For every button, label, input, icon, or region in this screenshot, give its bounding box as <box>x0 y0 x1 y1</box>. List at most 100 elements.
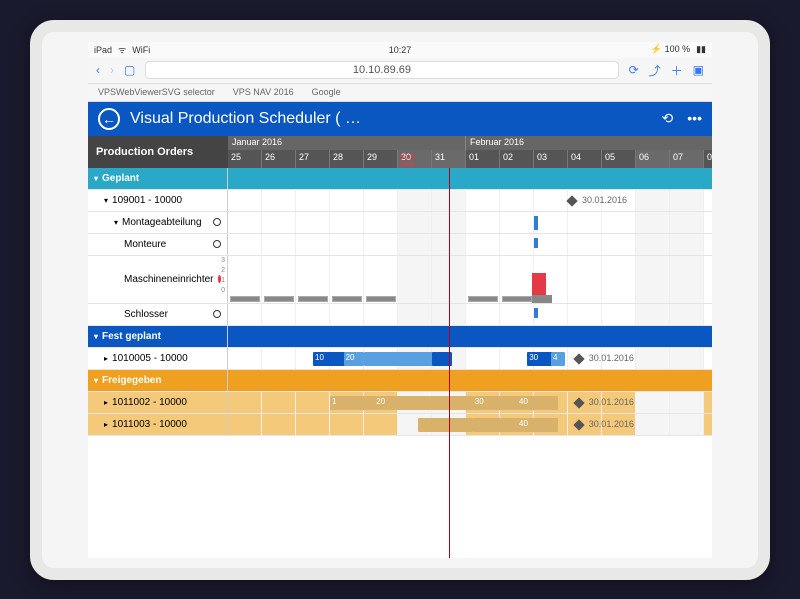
gantt-bar[interactable] <box>364 352 439 366</box>
status-dot <box>213 218 221 226</box>
app-header: ← Visual Production Scheduler ( … ⟲ ••• <box>88 102 712 136</box>
row-label: 109001 - 10000 <box>112 195 182 206</box>
histogram-bar <box>366 296 396 302</box>
expand-icon[interactable]: ▸ <box>104 354 108 363</box>
day-cell: 25 <box>228 150 262 168</box>
reload-icon[interactable]: ⟳ <box>629 63 639 77</box>
wifi-label: WiFi <box>132 45 150 55</box>
histogram-bar <box>264 296 294 302</box>
row-label: Schlosser <box>124 309 168 320</box>
task-marker[interactable] <box>534 238 538 248</box>
day-cell: 02 <box>500 150 534 168</box>
row-label: Maschineneinrichter <box>124 274 214 285</box>
month-label: Februar 2016 <box>466 136 712 150</box>
day-cell: 30Work Date <box>398 150 432 168</box>
row-label: Monteure <box>124 239 166 250</box>
timeline-header: Production Orders Januar 2016Februar 201… <box>88 136 712 168</box>
day-cell: 29 <box>364 150 398 168</box>
gantt-bar[interactable]: 20 <box>344 352 364 366</box>
gantt-bar[interactable]: 1 <box>330 396 378 410</box>
battery-label: ⚡ 100 % <box>651 44 690 55</box>
clock: 10:27 <box>389 45 412 55</box>
expand-icon[interactable]: ▾ <box>114 218 118 227</box>
y-scale: 3210 <box>221 256 225 303</box>
day-cell: 31 <box>432 150 466 168</box>
nav-back-icon[interactable]: ‹ <box>96 63 100 77</box>
milestone-label: 30.01.2016 <box>589 353 634 363</box>
scheduler-row[interactable]: ▸ 1011002 - 10000 30.01.2016 120 3040 <box>88 392 712 414</box>
gantt-bar[interactable] <box>418 418 472 432</box>
section-header[interactable]: ▾ Fest geplant <box>88 326 712 348</box>
bookmarks-bar: VPSWebViewerSVG selector VPS NAV 2016 Go… <box>88 84 712 102</box>
wifi-icon: ᯤ <box>118 43 126 56</box>
gantt-bar[interactable]: 40 <box>517 418 558 432</box>
scheduler-row[interactable]: Maschineneinrichter 3210 <box>88 256 712 304</box>
day-cell: 05 <box>602 150 636 168</box>
scheduler-rows: ▾ Geplant ▾ 109001 - 10000 30.01.2016 ▾ Mon… <box>88 168 712 558</box>
row-label: 1011003 - 10000 <box>112 419 187 430</box>
row-label: 1011002 - 10000 <box>112 397 187 408</box>
battery-icon: ▮▮ <box>696 44 706 55</box>
gantt-bar[interactable]: 10 <box>313 352 347 366</box>
nav-forward-icon[interactable]: › <box>110 63 114 77</box>
scheduler-row[interactable]: Schlosser <box>88 304 712 326</box>
day-cell: 26 <box>262 150 296 168</box>
status-dot <box>213 240 221 248</box>
refresh-icon[interactable]: ⟲ <box>662 110 674 127</box>
day-cell: 07 <box>670 150 704 168</box>
gantt-bar[interactable]: 20 <box>374 396 422 410</box>
work-date-label: Work Date <box>400 154 431 168</box>
status-dot <box>213 310 221 318</box>
bookmark-link[interactable]: VPS NAV 2016 <box>233 87 294 97</box>
month-row: Januar 2016Februar 2016 <box>228 136 712 150</box>
histogram-bar <box>298 296 328 302</box>
histogram-bar <box>502 296 532 302</box>
milestone-label: 30.01.2016 <box>589 397 634 407</box>
device-label: iPad <box>94 45 112 55</box>
day-cell: 28 <box>330 150 364 168</box>
bookmark-link[interactable]: Google <box>312 87 341 97</box>
overload-block[interactable] <box>532 273 546 295</box>
day-row: 252627282930Work Date3101020304050607080… <box>228 150 712 168</box>
expand-icon[interactable]: ▾ <box>104 196 108 205</box>
day-cell: 01 <box>466 150 500 168</box>
histogram-bar <box>468 296 498 302</box>
row-label: 1010005 - 10000 <box>112 353 188 364</box>
gantt-bar[interactable]: 4 <box>551 352 565 366</box>
tabs-icon[interactable]: ▣ <box>693 63 704 77</box>
scheduler-row[interactable]: ▾ 109001 - 10000 30.01.2016 <box>88 190 712 212</box>
bookmark-link[interactable]: VPSWebViewerSVG selector <box>98 87 215 97</box>
section-header[interactable]: ▾ Geplant <box>88 168 712 190</box>
expand-icon[interactable]: ▸ <box>104 420 108 429</box>
gantt-bar[interactable]: 30 <box>473 396 521 410</box>
expand-icon[interactable]: ▸ <box>104 398 108 407</box>
scheduler-row[interactable]: ▸ 1010005 - 1000030.01.20161020304 <box>88 348 712 370</box>
milestone-label: 30.01.2016 <box>589 419 634 429</box>
task-marker[interactable] <box>534 308 538 318</box>
gantt-bar[interactable] <box>473 418 521 432</box>
back-button[interactable]: ← <box>98 108 120 130</box>
milestone-label: 30.01.2016 <box>582 195 627 205</box>
new-tab-icon[interactable]: ＋ <box>671 62 683 79</box>
url-field[interactable]: 10.10.89.69 <box>145 61 618 79</box>
gantt-bar[interactable]: 40 <box>517 396 558 410</box>
day-cell: 04 <box>568 150 602 168</box>
month-label: Januar 2016 <box>228 136 466 150</box>
bookmarks-icon[interactable]: ▢ <box>124 63 135 77</box>
day-cell: 06 <box>636 150 670 168</box>
histogram-bar <box>332 296 362 302</box>
day-cell: 03 <box>534 150 568 168</box>
task-marker[interactable] <box>534 216 538 230</box>
day-cell: 27 <box>296 150 330 168</box>
scheduler: Production Orders Januar 2016Februar 201… <box>88 136 712 558</box>
more-icon[interactable]: ••• <box>687 110 702 127</box>
scheduler-row[interactable]: ▾ Montageabteilung <box>88 212 712 234</box>
scheduler-row[interactable]: ▸ 1011003 - 10000 30.01.2016 40 <box>88 414 712 436</box>
safari-toolbar: ‹ › ▢ 10.10.89.69 ⟳ ⤴ ＋ ▣ <box>88 58 712 84</box>
today-line <box>449 168 450 558</box>
share-icon[interactable]: ⤴ <box>649 62 661 79</box>
left-header: Production Orders <box>88 136 228 168</box>
section-header[interactable]: ▾ Freigegeben <box>88 370 712 392</box>
scheduler-row[interactable]: Monteure <box>88 234 712 256</box>
gantt-bar[interactable] <box>418 396 472 410</box>
